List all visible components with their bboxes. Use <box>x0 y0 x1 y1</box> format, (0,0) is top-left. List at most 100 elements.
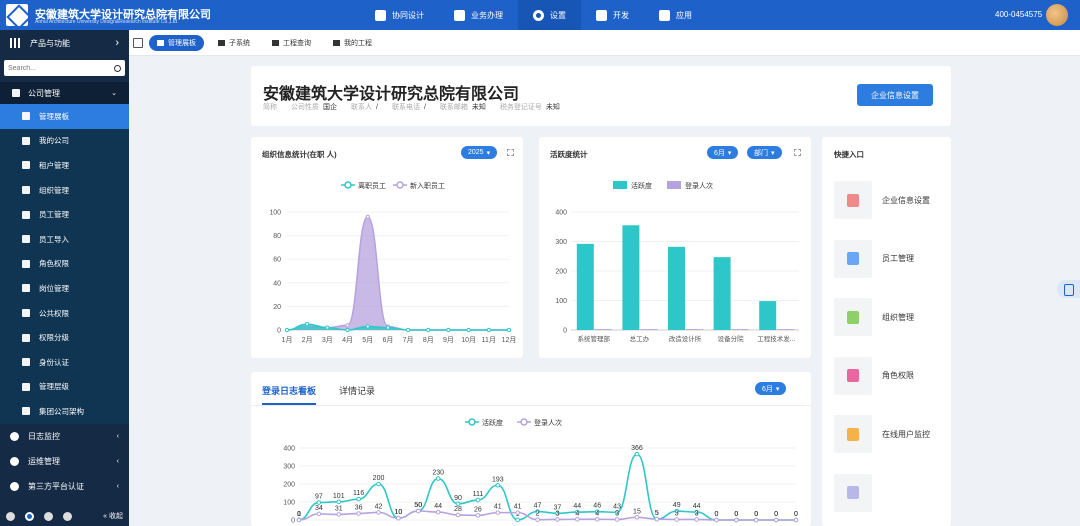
company-meta: 简称 公司性质 国企 联系人 / 联系电话 / 联系邮箱 未知 税务登记证号 未知 <box>263 104 560 111</box>
activity-card: 活跃度统计 6月 ▾ 部门 ▾ 活跃度 登录人次 0 100 200 300 400 系统管理部总… <box>539 137 811 358</box>
tab-dashboard[interactable]: 管理展板 <box>149 34 204 51</box>
data-label: 97 <box>315 494 323 501</box>
legend-label: 活跃度 <box>631 181 652 190</box>
user-avatar[interactable] <box>1046 4 1068 26</box>
x-tick-label: 12月 <box>502 336 517 344</box>
x-tick-label: 设备分院 <box>718 334 745 343</box>
data-point <box>376 481 381 487</box>
quick-entry-item[interactable]: 角色权限 <box>834 356 944 396</box>
data-point <box>475 497 481 503</box>
y-tick-label: 100 <box>283 500 295 507</box>
data-point <box>385 325 391 330</box>
quick-entry-card: 快捷入口 企业信息设置 员工管理组织管理角色权限在线用户监控 <box>822 137 951 526</box>
sidebar-item[interactable]: 身份认证 <box>0 349 129 375</box>
data-point <box>296 517 302 523</box>
menu-icon <box>22 136 30 145</box>
data-point <box>446 327 451 333</box>
search-icon[interactable] <box>114 64 121 72</box>
floating-side-button[interactable] <box>1057 280 1080 298</box>
data-label: 0 <box>715 511 719 518</box>
sidebar-item[interactable]: 员工管理 <box>0 202 129 227</box>
sidebar-item[interactable]: 公共权限 <box>0 300 129 326</box>
data-label: 0 <box>297 511 301 518</box>
x-tick-label: 6月 <box>382 336 393 344</box>
data-label: 111 <box>473 491 484 498</box>
sidebar-footer: « 收起 <box>0 506 129 526</box>
quick-entry-item[interactable]: 在线用户监控 <box>834 414 944 454</box>
tab-subsystem[interactable]: 子系统 <box>210 35 258 51</box>
y-tick-label: 0 <box>291 518 295 525</box>
group-third-party[interactable]: 第三方平台认证 ‹ <box>0 474 129 499</box>
group-ops[interactable]: 运维管理 ‹ <box>0 449 129 474</box>
series-line <box>286 215 509 331</box>
company-logo[interactable] <box>6 4 28 26</box>
quick-icon-box <box>834 415 872 453</box>
quick-entry-item[interactable]: 企业信息设置 <box>834 180 944 220</box>
collapse-button[interactable]: « 收起 <box>103 511 123 521</box>
menu-icon <box>22 333 30 342</box>
top-nav: 协同设计 业务办理 设置 开发 应用 <box>360 0 707 30</box>
bar <box>622 225 640 330</box>
data-label: 41 <box>494 504 502 511</box>
bar <box>668 246 685 330</box>
sidebar-item[interactable]: 组织管理 <box>0 177 129 203</box>
data-point <box>345 323 350 328</box>
nav-settings[interactable]: 设置 <box>518 0 581 30</box>
data-label: 230 <box>432 470 444 477</box>
data-point <box>316 511 322 517</box>
sidebar-item[interactable]: 租户管理 <box>0 153 129 178</box>
data-point <box>654 516 660 522</box>
chevron-right-icon: › <box>115 37 119 49</box>
group-company-management[interactable]: 公司管理 ⌄ <box>0 82 129 104</box>
sidebar-item[interactable]: 管理层级 <box>0 374 129 400</box>
data-point <box>415 508 421 514</box>
data-label: 3 <box>675 510 679 517</box>
tab-bar: 管理展板 子系统 工程查询 我的工程 <box>129 30 1080 56</box>
nav-business[interactable]: 业务办理 <box>439 0 518 30</box>
quick-entry-title: 快捷入口 <box>834 150 864 159</box>
layout-icon[interactable] <box>6 511 15 521</box>
tab-my-projects[interactable]: 我的工程 <box>325 35 380 51</box>
quick-entry-item[interactable]: 员工管理 <box>834 239 944 279</box>
theme-dot[interactable] <box>44 511 53 521</box>
x-tick-label: 系统管理部 <box>578 334 611 343</box>
menu-icon <box>22 161 30 170</box>
data-label: 2 <box>536 511 540 518</box>
quick-entry-item[interactable] <box>834 473 944 513</box>
sidebar-item[interactable]: 岗位管理 <box>0 276 129 301</box>
phone-number: 400-0454575 <box>995 10 1043 19</box>
nav-apps[interactable]: 应用 <box>644 0 707 30</box>
legend-label: 新入职员工 <box>410 181 445 190</box>
sidebar-item[interactable]: 员工导入 <box>0 226 129 252</box>
top-header: 安徽建筑大学设计研究总院有限公司 Anhui Architecture Univ… <box>0 0 1080 30</box>
nav-develop[interactable]: 开发 <box>581 0 644 30</box>
nav-collab-design[interactable]: 协同设计 <box>360 0 439 30</box>
data-point <box>793 517 799 523</box>
data-label: 44 <box>434 503 442 510</box>
sidebar-item[interactable]: 权限分级 <box>0 325 129 350</box>
search-input[interactable] <box>8 64 114 72</box>
check-toggle[interactable] <box>25 511 34 521</box>
sidebar-item[interactable]: 管理展板 <box>0 104 129 129</box>
edit-icon <box>333 39 340 46</box>
sidebar-item[interactable]: 集团公司架构 <box>0 399 129 424</box>
data-label: 4 <box>575 510 579 517</box>
screenshot-icon[interactable] <box>133 37 143 48</box>
theme-dot[interactable] <box>63 511 72 521</box>
quick-icon-box <box>834 298 872 336</box>
sidebar-item[interactable]: 我的公司 <box>0 128 129 154</box>
menu-icon <box>22 235 30 244</box>
x-tick-label: 2月 <box>302 336 313 344</box>
clipboard-icon <box>847 193 859 207</box>
x-tick-label: 改造设计所 <box>669 334 702 343</box>
sidebar-item[interactable]: 角色权限 <box>0 251 129 277</box>
chevron-down-icon: ⌄ <box>111 90 117 97</box>
x-tick-label: 10月 <box>461 336 476 344</box>
quick-entry-item[interactable]: 组织管理 <box>834 297 944 337</box>
flag-icon <box>272 39 279 46</box>
products-menu[interactable]: 产品与功能 › <box>0 30 129 56</box>
company-settings-button[interactable]: 企业信息设置 <box>857 84 933 106</box>
data-point <box>634 515 640 520</box>
group-log-monitor[interactable]: 日志监控 ‹ <box>0 424 129 449</box>
tab-project-query[interactable]: 工程查询 <box>264 35 319 51</box>
